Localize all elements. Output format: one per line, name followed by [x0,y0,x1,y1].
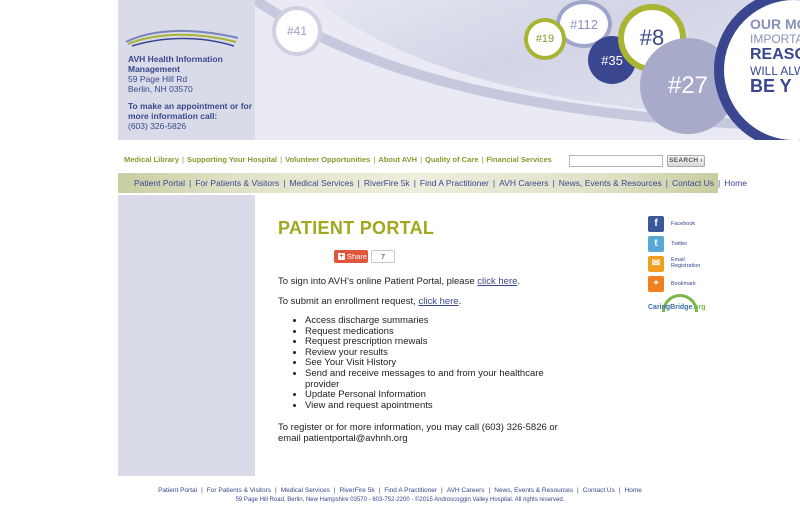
util-link-about[interactable]: About AVH [378,155,417,164]
facebook-label: Facebook [671,221,696,227]
share-button[interactable]: + Share [334,250,368,263]
signin-link[interactable]: click here [477,276,517,287]
footer-nav: Patient Portal | For Patients & Visitors | M… [158,487,642,494]
header-phone: (603) 326-5826 [128,121,187,131]
feature-list: Access discharge summaries Request medic… [305,315,575,412]
footer-link-home[interactable]: Home [625,487,642,494]
util-link-financial[interactable]: Financial Services [486,155,551,164]
address-line-2: Berlin, NH 03570 [128,84,193,94]
nav-patients-visitors[interactable]: For Patients & Visitors [195,178,279,188]
bubble-41: #41 [272,6,322,56]
nav-patient-portal[interactable]: Patient Portal [134,178,185,188]
nav-contact[interactable]: Contact Us [672,178,714,188]
enroll-paragraph: To submit an enrollment request, click h… [278,296,462,307]
nav-news-events[interactable]: News, Events & Resources [559,178,662,188]
email-label: Email Registration [671,257,701,269]
list-item: View and request apointments [305,400,575,412]
tagline-line-2: IMPORTA [750,32,800,46]
bubble-19: #19 [524,18,566,60]
footer-link-riverfire[interactable]: RiverFire 5k [340,487,375,494]
signin-text: To sign into AVH’s online Patient Portal… [278,276,478,287]
header-contact-panel: AVH Health Information Management 59 Pag… [118,0,255,140]
avh-logo[interactable] [124,24,240,48]
nav-medical-services[interactable]: Medical Services [289,178,353,188]
envelope-icon: ✉ [648,256,664,272]
util-link-quality[interactable]: Quality of Care [425,155,478,164]
footer-link-find-practitioner[interactable]: Find A Practitioner [384,487,437,494]
footer-link-news[interactable]: News, Events & Resources [494,487,573,494]
search-input[interactable] [569,155,663,167]
tagline-line-5: BE Y [750,76,792,96]
nav-riverfire[interactable]: RiverFire 5k [364,178,410,188]
nav-careers[interactable]: AVH Careers [499,178,548,188]
plus-icon: + [338,252,345,260]
twitter-link[interactable]: t Twitter [648,236,718,252]
left-sidebar [118,195,255,476]
search-button[interactable]: SEARCH › [667,155,705,167]
tagline-line-1: OUR MO [750,16,800,32]
signin-paragraph: To sign into AVH’s online Patient Portal… [278,276,521,287]
twitter-icon: t [648,236,664,252]
address-line-1: 59 Page Hill Rd [128,74,188,84]
bookmark-link[interactable]: + Bookmark [648,276,718,292]
main-nav: Patient Portal | For Patients & Visitors | M… [118,173,747,193]
list-item: Send and receive messages to and from yo… [305,368,575,390]
share-label: Share [347,252,368,261]
util-link-supporting-hospital[interactable]: Supporting Your Hospital [187,155,277,164]
page-title: PATIENT PORTAL [278,218,435,238]
tagline-line-3: REASO [750,46,800,63]
util-link-volunteer[interactable]: Volunteer Opportunities [285,155,370,164]
nav-find-practitioner[interactable]: Find A Practitioner [420,178,489,188]
twitter-label: Twitter [671,241,688,247]
footer-link-patient-portal[interactable]: Patient Portal [158,487,197,494]
footer-link-patients-visitors[interactable]: For Patients & Visitors [207,487,271,494]
site-header: AVH Health Information Management 59 Pag… [118,0,800,140]
call-prompt: To make an appointment or for more infor… [128,101,253,121]
nav-home[interactable]: Home [724,178,747,188]
enroll-link[interactable]: click here [418,296,458,307]
email-registration-link[interactable]: ✉ Email Registration [648,256,718,272]
share-count: 7 [371,250,395,263]
register-paragraph: To register or for more information, you… [278,422,558,444]
plus-icon: + [648,276,664,292]
bookmark-label: Bookmark [671,281,696,287]
org-name: AVH Health Information Management [128,54,223,74]
footer-copyright: 59 Page Hill Road, Berlin, New Hampshire… [235,497,565,503]
list-item: Access discharge summaries [305,315,575,327]
util-link-medical-library[interactable]: Medical Library [124,155,179,164]
utility-nav: Medical Library | Supporting Your Hospital… [124,155,552,164]
enroll-text: To submit an enrollment request, [278,296,419,307]
footer-link-careers[interactable]: AVH Careers [447,487,485,494]
facebook-link[interactable]: f Facebook [648,216,718,232]
footer-link-contact[interactable]: Contact Us [583,487,615,494]
facebook-icon: f [648,216,664,232]
caringbridge-link[interactable]: CaringBridge.org [648,294,712,316]
caringbridge-logo: CaringBridge.org [648,304,706,311]
footer-link-medical-services[interactable]: Medical Services [281,487,330,494]
